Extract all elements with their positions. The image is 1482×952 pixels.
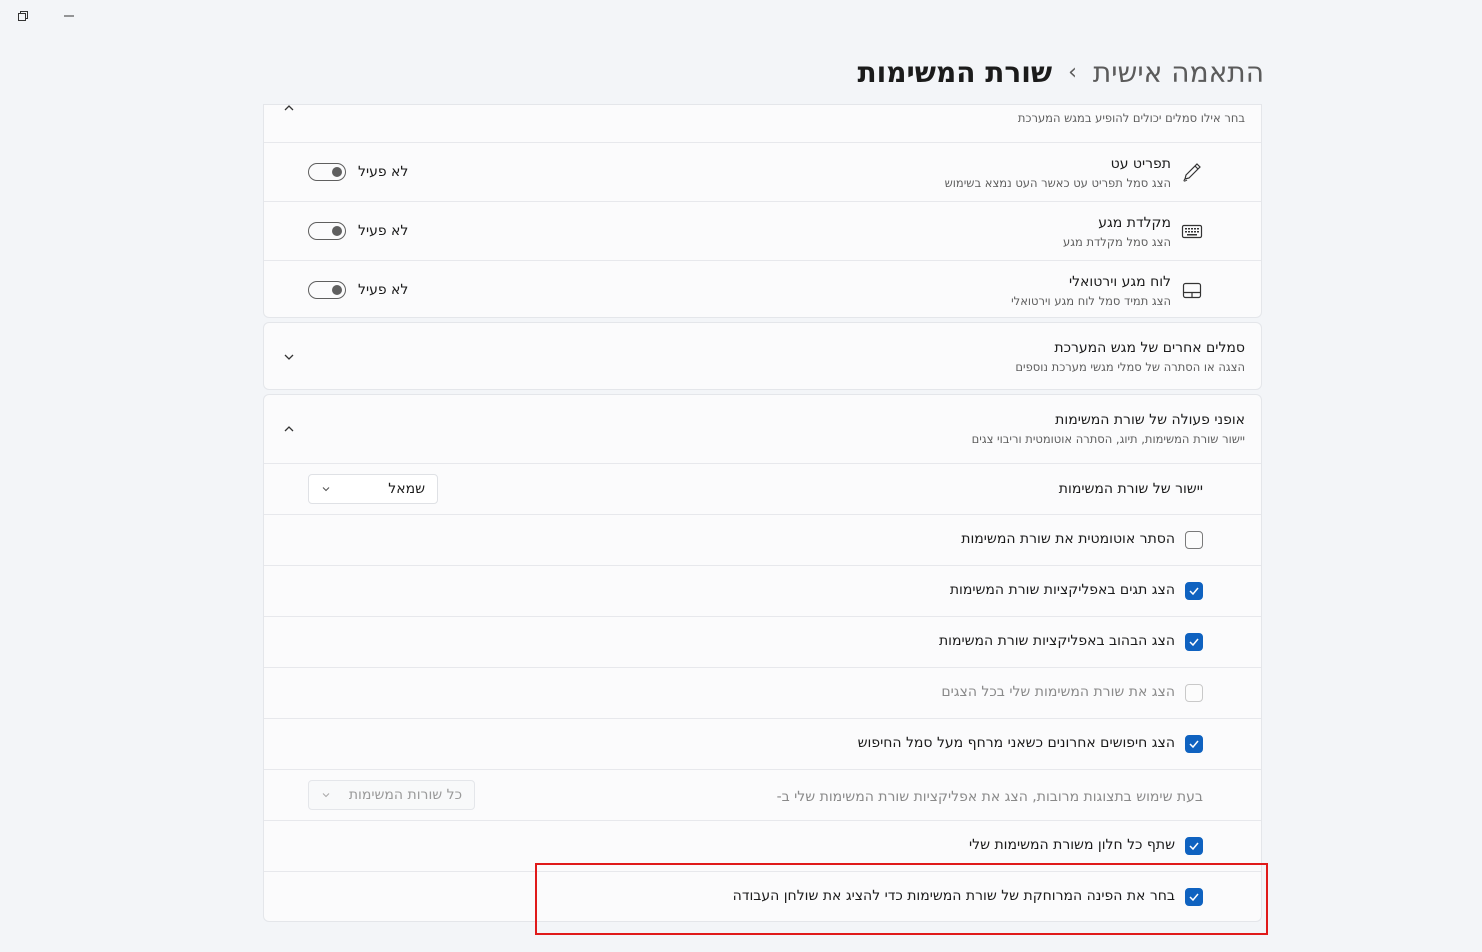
pen-icon bbox=[1183, 163, 1201, 182]
toggle-state-label: לא פעיל bbox=[358, 164, 409, 180]
pen-menu-toggle[interactable]: לא פעיל bbox=[308, 163, 408, 181]
alignment-label: יישור של שורת המשימות bbox=[1058, 481, 1203, 497]
taskbar-behaviors-section: אופני פעולה של שורת המשימות יישור שורת ה… bbox=[263, 394, 1262, 922]
check-icon bbox=[1189, 587, 1199, 596]
badges-row[interactable]: הצג תגים באפליקציות שורת המשימות bbox=[264, 565, 1261, 617]
all-displays-label: הצג את שורת המשימות שלי בכל הצגים bbox=[941, 684, 1175, 700]
minimize-icon bbox=[64, 15, 74, 17]
check-icon bbox=[1189, 740, 1199, 749]
chevron-down-icon[interactable] bbox=[282, 350, 296, 364]
pen-section-header[interactable]: בחר אילו סמלים יכולים להופיע במגש המערכת bbox=[264, 105, 1261, 142]
toggle-state-label: לא פעיל bbox=[358, 223, 409, 239]
other-tray-icons-section[interactable]: סמלים אחרים של מגש המערכת הצגה או הסתרה … bbox=[263, 322, 1262, 390]
auto-hide-label: הסתר אוטומטית את שורת המשימות bbox=[961, 531, 1175, 547]
other-tray-title: סמלים אחרים של מגש המערכת bbox=[1054, 340, 1245, 356]
alignment-value: שמאל bbox=[388, 481, 425, 497]
toggle-knob bbox=[332, 167, 342, 177]
restore-button[interactable] bbox=[13, 6, 33, 26]
chevron-up-icon[interactable] bbox=[282, 101, 296, 115]
other-tray-subtitle: הצגה או הסתרה של סמלי מגשי מערכת נוספים bbox=[1015, 360, 1245, 374]
virtual-touchpad-title: לוח מגע וירטואלי bbox=[1068, 274, 1171, 290]
flashing-row[interactable]: הצג הבהוב באפליקציות שורת המשימות bbox=[264, 616, 1261, 668]
page-title: שורת המשימות bbox=[857, 56, 1053, 89]
toggle-knob bbox=[332, 285, 342, 295]
touchpad-icon bbox=[1182, 282, 1202, 299]
touch-keyboard-subtitle: הצג סמל מקלדת מגע bbox=[1063, 235, 1171, 249]
pen-menu-title: תפריט עט bbox=[1110, 156, 1171, 172]
check-icon bbox=[1189, 842, 1199, 851]
breadcrumb-personalization[interactable]: התאמה אישית bbox=[1093, 56, 1264, 89]
behaviors-header[interactable]: אופני פעולה של שורת המשימות יישור שורת ה… bbox=[264, 395, 1261, 463]
multi-display-dropdown: כל שורות המשימות bbox=[308, 780, 475, 810]
all-displays-checkbox bbox=[1185, 684, 1203, 702]
toggle-state-label: לא פעיל bbox=[358, 282, 409, 298]
virtual-touchpad-subtitle: הצג תמיד סמל לוח מגע וירטואלי bbox=[1011, 294, 1171, 308]
pen-menu-row: תפריט עט הצג סמל תפריט עט כאשר העט נמצא … bbox=[264, 142, 1261, 202]
recent-searches-label: הצג חיפושים אחרונים כשאני מרחף מעל סמל ה… bbox=[857, 735, 1175, 751]
breadcrumb-separator: › bbox=[1068, 60, 1077, 85]
multi-display-value: כל שורות המשימות bbox=[348, 787, 462, 803]
badges-checkbox[interactable] bbox=[1185, 582, 1203, 600]
share-window-checkbox[interactable] bbox=[1185, 837, 1203, 855]
all-displays-row: הצג את שורת המשימות שלי בכל הצגים bbox=[264, 667, 1261, 719]
pen-section-subtitle: בחר אילו סמלים יכולים להופיע במגש המערכת bbox=[1017, 111, 1245, 125]
toggle-switch[interactable] bbox=[308, 222, 346, 240]
virtual-touchpad-toggle[interactable]: לא פעיל bbox=[308, 281, 408, 299]
multi-display-label: בעת שימוש בתצוגות מרובות, הצג את אפליקצי… bbox=[776, 789, 1203, 805]
behaviors-subtitle: יישור שורת המשימות, תיוג, הסתרה אוטומטית… bbox=[971, 432, 1245, 446]
chevron-up-icon[interactable] bbox=[282, 422, 296, 436]
flashing-label: הצג הבהוב באפליקציות שורת המשימות bbox=[938, 633, 1175, 649]
multi-display-row: בעת שימוש בתצוגות מרובות, הצג את אפליקצי… bbox=[264, 769, 1261, 821]
touch-keyboard-title: מקלדת מגע bbox=[1098, 215, 1171, 231]
share-window-label: שתף כל חלון משורת המשימות שלי bbox=[968, 837, 1175, 853]
flashing-checkbox[interactable] bbox=[1185, 633, 1203, 651]
highlight-box bbox=[535, 863, 1268, 935]
chevron-down-icon bbox=[322, 793, 330, 798]
alignment-row: יישור של שורת המשימות שמאל bbox=[264, 463, 1261, 515]
check-icon bbox=[1189, 638, 1199, 647]
toggle-switch[interactable] bbox=[308, 281, 346, 299]
alignment-dropdown[interactable]: שמאל bbox=[308, 474, 438, 504]
toggle-switch[interactable] bbox=[308, 163, 346, 181]
badges-label: הצג תגים באפליקציות שורת המשימות bbox=[949, 582, 1175, 598]
virtual-touchpad-row: לוח מגע וירטואלי הצג תמיד סמל לוח מגע וי… bbox=[264, 260, 1261, 320]
restore-icon bbox=[18, 11, 28, 21]
auto-hide-row[interactable]: הסתר אוטומטית את שורת המשימות bbox=[264, 514, 1261, 566]
toggle-knob bbox=[332, 226, 342, 236]
recent-searches-row[interactable]: הצג חיפושים אחרונים כשאני מרחף מעל סמל ה… bbox=[264, 718, 1261, 770]
touch-keyboard-toggle[interactable]: לא פעיל bbox=[308, 222, 408, 240]
behaviors-title: אופני פעולה של שורת המשימות bbox=[1055, 412, 1245, 428]
pen-menu-subtitle: הצג סמל תפריט עט כאשר העט נמצא בשימוש bbox=[944, 176, 1171, 190]
breadcrumb: התאמה אישית › שורת המשימות bbox=[858, 56, 1264, 89]
minimize-button[interactable] bbox=[59, 6, 79, 26]
chevron-down-icon bbox=[322, 487, 330, 492]
touch-keyboard-row: מקלדת מגע הצג סמל מקלדת מגע לא פעיל bbox=[264, 201, 1261, 261]
auto-hide-checkbox[interactable] bbox=[1185, 531, 1203, 549]
keyboard-icon bbox=[1181, 224, 1203, 239]
recent-searches-checkbox[interactable] bbox=[1185, 735, 1203, 753]
pen-touch-section: בחר אילו סמלים יכולים להופיע במגש המערכת… bbox=[263, 104, 1262, 318]
